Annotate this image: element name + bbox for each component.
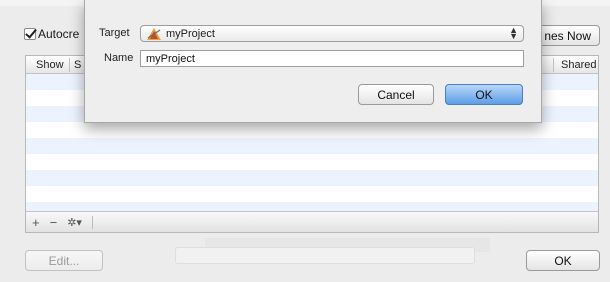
window-ok-label: OK (554, 253, 572, 268)
checkbox-checked-icon[interactable] (24, 28, 36, 40)
table-row[interactable] (26, 154, 598, 170)
column-separator (69, 58, 70, 72)
table-row[interactable] (26, 186, 598, 202)
target-value: myProject (166, 27, 215, 40)
remove-scheme-icon[interactable]: − (50, 215, 58, 230)
column-separator (553, 58, 554, 72)
column-header-shared[interactable]: Shared (561, 59, 596, 71)
sheet-ok-label: OK (475, 87, 493, 102)
cancel-button-label: Cancel (377, 87, 415, 102)
name-label: Name (104, 52, 134, 64)
autocreate-label: Autocre (38, 27, 80, 41)
new-scheme-sheet: Target myProject ▲▼ Name Cancel OK (84, 0, 542, 123)
cancel-button[interactable]: Cancel (358, 84, 434, 105)
project-app-icon (147, 27, 161, 40)
popup-arrows-icon: ▲ ▼ (509, 25, 518, 41)
autocreate-schemes-now-label: nes Now (544, 28, 591, 43)
target-popup[interactable]: myProject ▲ ▼ (140, 25, 524, 42)
column-header-scheme[interactable]: S (74, 59, 81, 71)
table-row[interactable] (26, 122, 598, 138)
ghost-select (175, 247, 475, 264)
scheme-name-field[interactable] (140, 50, 524, 67)
gear-menu-icon[interactable]: ✲▾ (67, 216, 82, 229)
add-scheme-icon[interactable]: + (32, 215, 40, 230)
column-header-show[interactable]: Show (36, 59, 64, 71)
edit-button[interactable]: Edit... (25, 250, 103, 271)
window-ok-button[interactable]: OK (526, 250, 600, 271)
target-label: Target (99, 27, 130, 39)
table-footer: + − ✲▾ (26, 211, 598, 232)
autocreate-schemes-checkbox[interactable]: Autocre (24, 27, 79, 41)
table-row[interactable] (26, 170, 598, 186)
table-row[interactable] (26, 138, 598, 154)
footer-divider (91, 215, 93, 229)
edit-button-label: Edit... (48, 253, 80, 268)
sheet-ok-button[interactable]: OK (445, 84, 523, 105)
